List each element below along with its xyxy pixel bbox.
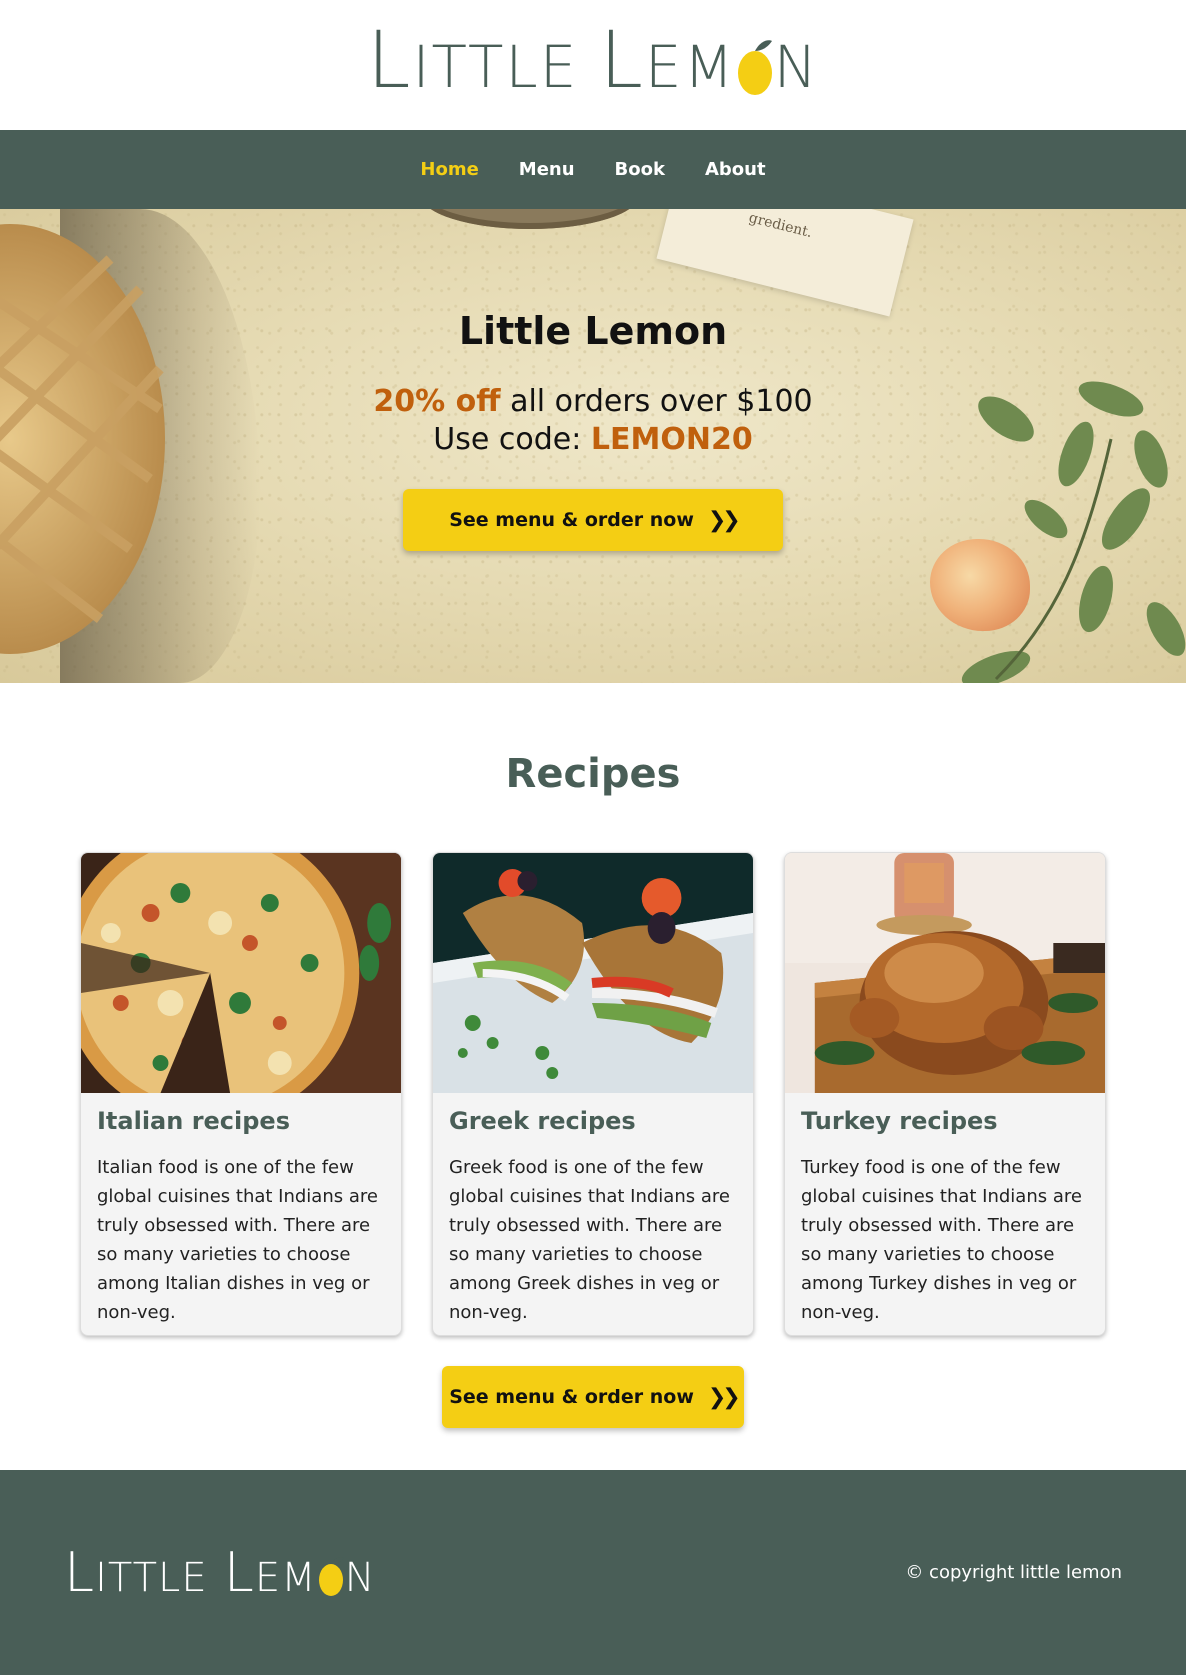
nav-item-home[interactable]: Home xyxy=(420,159,478,180)
paper-note-text: gredient. xyxy=(747,209,814,242)
hero-content: Little Lemon 20% off all orders over $10… xyxy=(0,309,1186,551)
hero-banner: gredient. Little Lemon 20% off all order… xyxy=(0,209,1186,683)
promo-discount: 20% off xyxy=(373,384,501,419)
hero-promo: 20% off all orders over $100 Use code: L… xyxy=(0,383,1186,459)
recipe-cards: Italian recipes Italian food is one of t… xyxy=(0,852,1186,1336)
main-nav: Home Menu Book About xyxy=(0,130,1186,209)
site-footer: LITTLE LEM N © copyright little lemon xyxy=(0,1470,1186,1675)
nav-item-about[interactable]: About xyxy=(705,159,766,180)
card-body: Greek recipes Greek food is one of the f… xyxy=(433,1093,753,1335)
card-body: Italian recipes Italian food is one of t… xyxy=(81,1093,401,1335)
card-text: Greek food is one of the few global cuis… xyxy=(449,1157,730,1323)
double-chevron-right-icon: ❯❯ xyxy=(707,507,741,533)
brand-logo[interactable]: LITTLE LEM N xyxy=(0,22,1186,100)
roast-turkey-image xyxy=(785,853,1105,1093)
nav-item-book[interactable]: Book xyxy=(615,159,665,180)
recipes-title: Recipes xyxy=(505,751,681,797)
hero-order-button[interactable]: See menu & order now ❯❯ xyxy=(403,489,783,551)
hero-order-button-label: See menu & order now xyxy=(449,509,694,531)
recipes-order-button-label: See menu & order now xyxy=(449,1386,694,1408)
recipes-section: Recipes Italian recipes Italian food is … xyxy=(0,683,1186,1428)
promo-code-prefix: Use code: xyxy=(433,422,591,457)
card-title: Italian recipes xyxy=(97,1107,290,1135)
promo-code: LEMON20 xyxy=(590,422,753,457)
recipe-card-greek[interactable]: Greek recipes Greek food is one of the f… xyxy=(432,852,754,1336)
greek-bagel-image xyxy=(433,853,753,1093)
double-chevron-right-icon: ❯❯ xyxy=(707,1384,741,1410)
site-header: LITTLE LEM N xyxy=(0,0,1186,130)
recipe-card-turkey[interactable]: Turkey recipes Turkey food is one of the… xyxy=(784,852,1106,1336)
footer-logo[interactable]: LITTLE LEM N xyxy=(64,1545,376,1600)
card-title: Greek recipes xyxy=(449,1107,636,1135)
lemon-icon xyxy=(317,1551,345,1600)
recipe-card-italian[interactable]: Italian recipes Italian food is one of t… xyxy=(80,852,402,1336)
card-body: Turkey recipes Turkey food is one of the… xyxy=(785,1093,1105,1335)
card-title: Turkey recipes xyxy=(801,1107,998,1135)
recipes-order-button[interactable]: See menu & order now ❯❯ xyxy=(442,1366,744,1428)
hero-title: Little Lemon xyxy=(458,309,728,353)
nav-item-menu[interactable]: Menu xyxy=(519,159,575,180)
card-text: Turkey food is one of the few global cui… xyxy=(801,1157,1082,1323)
promo-text: all orders over $100 xyxy=(500,384,813,419)
card-text: Italian food is one of the few global cu… xyxy=(97,1157,378,1323)
lemon-icon xyxy=(736,31,774,100)
copyright-text: © copyright little lemon xyxy=(905,1562,1122,1583)
pizza-image xyxy=(81,853,401,1093)
